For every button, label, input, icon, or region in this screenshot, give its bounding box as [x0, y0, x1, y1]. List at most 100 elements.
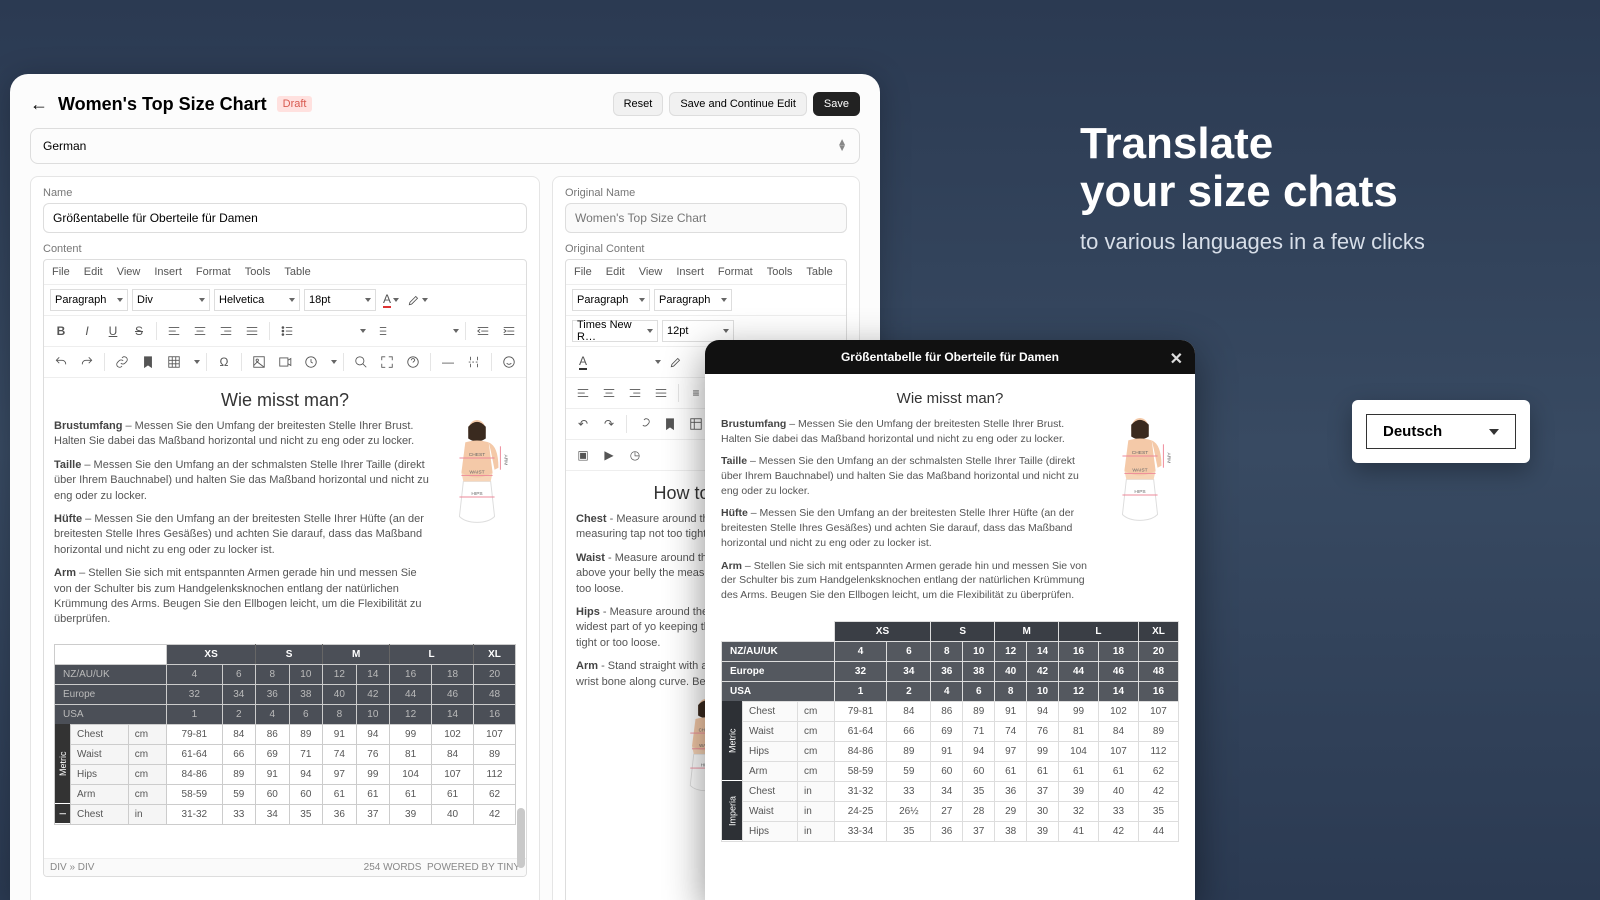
- omega-icon[interactable]: Ω: [213, 351, 235, 373]
- scrollbar[interactable]: [517, 808, 525, 868]
- promo-title-l1: Translate: [1080, 119, 1273, 168]
- rte-menu-file[interactable]: File: [574, 266, 592, 278]
- page-title: Women's Top Size Chart: [58, 94, 267, 115]
- emoji-icon[interactable]: [498, 351, 520, 373]
- bullet-list-icon[interactable]: [276, 320, 298, 342]
- svg-text:CHEST: CHEST: [469, 452, 486, 458]
- link-icon[interactable]: [633, 413, 655, 435]
- paragraph: Arm – Stellen Sie sich mit entspannten A…: [54, 566, 430, 628]
- align-left-icon[interactable]: [163, 320, 185, 342]
- indent-icon[interactable]: [498, 320, 520, 342]
- rte-menu-tools[interactable]: Tools: [767, 266, 793, 278]
- redo-icon[interactable]: ↷: [598, 413, 620, 435]
- content-label: Content: [43, 243, 527, 255]
- translated-panel: Name Content File Edit View Insert Format Too…: [30, 176, 540, 900]
- rte-menu-tools[interactable]: Tools: [245, 266, 271, 278]
- svg-text:HIPS: HIPS: [1134, 489, 1146, 495]
- rte-menu-view[interactable]: View: [639, 266, 663, 278]
- image-icon[interactable]: [248, 351, 270, 373]
- video-icon[interactable]: [274, 351, 296, 373]
- editor-header: ← Women's Top Size Chart Draft Reset Sav…: [30, 92, 860, 116]
- image-icon[interactable]: ▣: [572, 444, 594, 466]
- rte-style-select[interactable]: Paragraph: [572, 289, 650, 311]
- body-figure: CHEST WAIST HIPS ARM: [1101, 417, 1179, 611]
- rte-block-select[interactable]: Paragraph: [654, 289, 732, 311]
- rte-menu-view[interactable]: View: [117, 266, 141, 278]
- content-heading: Wie misst man?: [54, 390, 516, 411]
- target-language-value: German: [43, 139, 86, 153]
- rte-menu-table[interactable]: Table: [806, 266, 832, 278]
- help-icon[interactable]: [402, 351, 424, 373]
- rte-size-select[interactable]: 18pt: [304, 289, 376, 311]
- preview-heading: Wie misst man?: [721, 390, 1179, 407]
- draft-badge: Draft: [277, 96, 313, 112]
- paragraph: Brustumfang – Messen Sie den Umfang der …: [54, 419, 430, 450]
- text-color-icon[interactable]: A: [380, 289, 402, 311]
- back-arrow-icon[interactable]: ←: [30, 94, 48, 115]
- close-icon[interactable]: ✕: [1170, 349, 1183, 369]
- undo-icon[interactable]: ↶: [572, 413, 594, 435]
- reset-button[interactable]: Reset: [613, 92, 664, 116]
- table-icon[interactable]: [685, 413, 707, 435]
- align-right-icon[interactable]: [215, 320, 237, 342]
- paragraph: Hüfte – Messen Sie den Umfang an der bre…: [54, 512, 430, 558]
- rte-menu-format[interactable]: Format: [718, 266, 753, 278]
- rte-menu-format[interactable]: Format: [196, 266, 231, 278]
- translated-name-input[interactable]: [43, 203, 527, 233]
- rte-menu-edit[interactable]: Edit: [606, 266, 625, 278]
- rte-menu-insert[interactable]: Insert: [676, 266, 704, 278]
- name-label: Name: [43, 187, 527, 199]
- bullet-list-icon[interactable]: ≡: [685, 382, 707, 404]
- rte-menu-file[interactable]: File: [52, 266, 70, 278]
- bold-icon[interactable]: B: [50, 320, 72, 342]
- number-list-icon[interactable]: [370, 320, 392, 342]
- rte-menu-insert[interactable]: Insert: [154, 266, 182, 278]
- strike-icon[interactable]: S: [128, 320, 150, 342]
- promo-subtitle: to various languages in a few clicks: [1080, 229, 1540, 255]
- hr-icon[interactable]: —: [437, 351, 459, 373]
- size-table: XSSMLXLNZ/AU/UK468101214161820Europe3234…: [721, 621, 1179, 842]
- video-icon[interactable]: ▶: [598, 444, 620, 466]
- align-center-icon[interactable]: [598, 382, 620, 404]
- rte-font-select[interactable]: Times New R…: [572, 320, 658, 342]
- promo-title-l2: your size chats: [1080, 167, 1398, 216]
- preview-title: Größentabelle für Oberteile für Damen: [841, 350, 1059, 364]
- save-button[interactable]: Save: [813, 92, 860, 116]
- highlight-icon[interactable]: [406, 289, 428, 311]
- align-justify-icon[interactable]: [650, 382, 672, 404]
- pagebreak-icon[interactable]: [463, 351, 485, 373]
- rte-style-select[interactable]: Paragraph: [50, 289, 128, 311]
- language-select[interactable]: Deutsch: [1366, 414, 1516, 449]
- svg-text:WAIST: WAIST: [1132, 468, 1147, 474]
- paragraph: Arm – Stellen Sie sich mit entspannten A…: [721, 559, 1093, 603]
- save-continue-button[interactable]: Save and Continue Edit: [669, 92, 807, 116]
- align-left-icon[interactable]: [572, 382, 594, 404]
- text-color-icon[interactable]: A: [572, 351, 594, 373]
- undo-icon[interactable]: [50, 351, 72, 373]
- target-language-select[interactable]: German ▲▼: [30, 128, 860, 164]
- underline-icon[interactable]: U: [102, 320, 124, 342]
- rte-content-area[interactable]: Wie misst man? Brustumfang – Messen Sie …: [44, 378, 526, 858]
- bookmark-icon[interactable]: [137, 351, 159, 373]
- link-icon[interactable]: [111, 351, 133, 373]
- rte-size-select[interactable]: 12pt: [662, 320, 734, 342]
- clock-icon[interactable]: ◷: [624, 444, 646, 466]
- expand-icon[interactable]: [376, 351, 398, 373]
- translated-rte: File Edit View Insert Format Tools Table Parag…: [43, 259, 527, 877]
- rte-menu-edit[interactable]: Edit: [84, 266, 103, 278]
- rte-menu-table[interactable]: Table: [284, 266, 310, 278]
- align-right-icon[interactable]: [624, 382, 646, 404]
- align-justify-icon[interactable]: [241, 320, 263, 342]
- bookmark-icon[interactable]: [659, 413, 681, 435]
- rte-block-select[interactable]: Div: [132, 289, 210, 311]
- rte-font-select[interactable]: Helvetica: [214, 289, 300, 311]
- align-center-icon[interactable]: [189, 320, 211, 342]
- paragraph: Taille – Messen Sie den Umfang an der sc…: [54, 458, 430, 504]
- zoom-icon[interactable]: [350, 351, 372, 373]
- redo-icon[interactable]: [76, 351, 98, 373]
- clock-icon[interactable]: [300, 351, 322, 373]
- table-icon[interactable]: [163, 351, 185, 373]
- italic-icon[interactable]: I: [76, 320, 98, 342]
- highlight-icon[interactable]: [665, 351, 687, 373]
- outdent-icon[interactable]: [472, 320, 494, 342]
